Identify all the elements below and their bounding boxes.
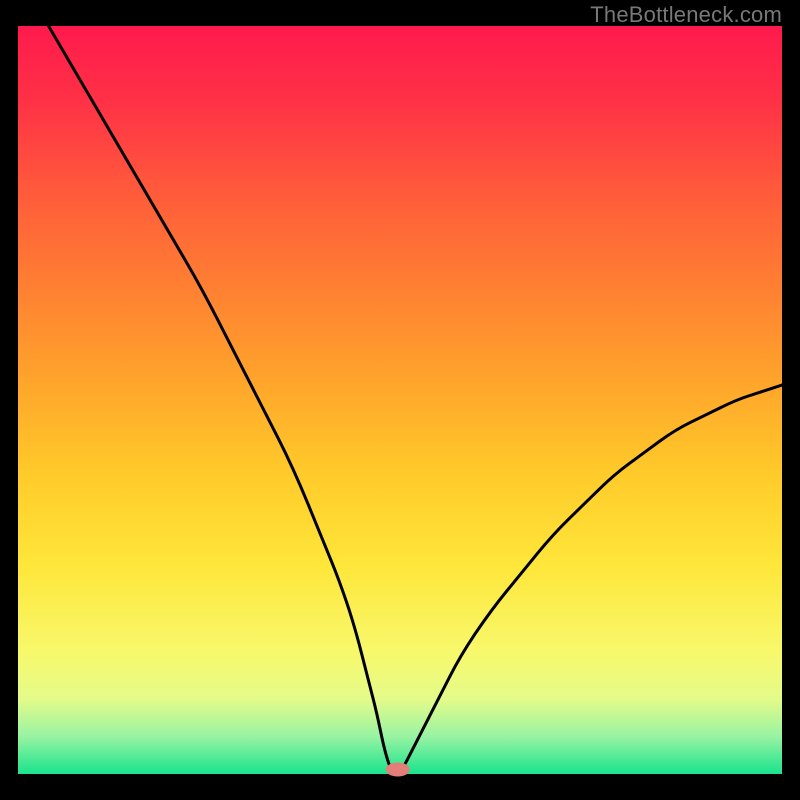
gradient-background <box>18 26 782 774</box>
chart-frame: TheBottleneck.com <box>0 0 800 800</box>
watermark-text: TheBottleneck.com <box>590 2 782 28</box>
minimum-marker <box>386 763 410 777</box>
bottleneck-plot <box>0 0 800 800</box>
